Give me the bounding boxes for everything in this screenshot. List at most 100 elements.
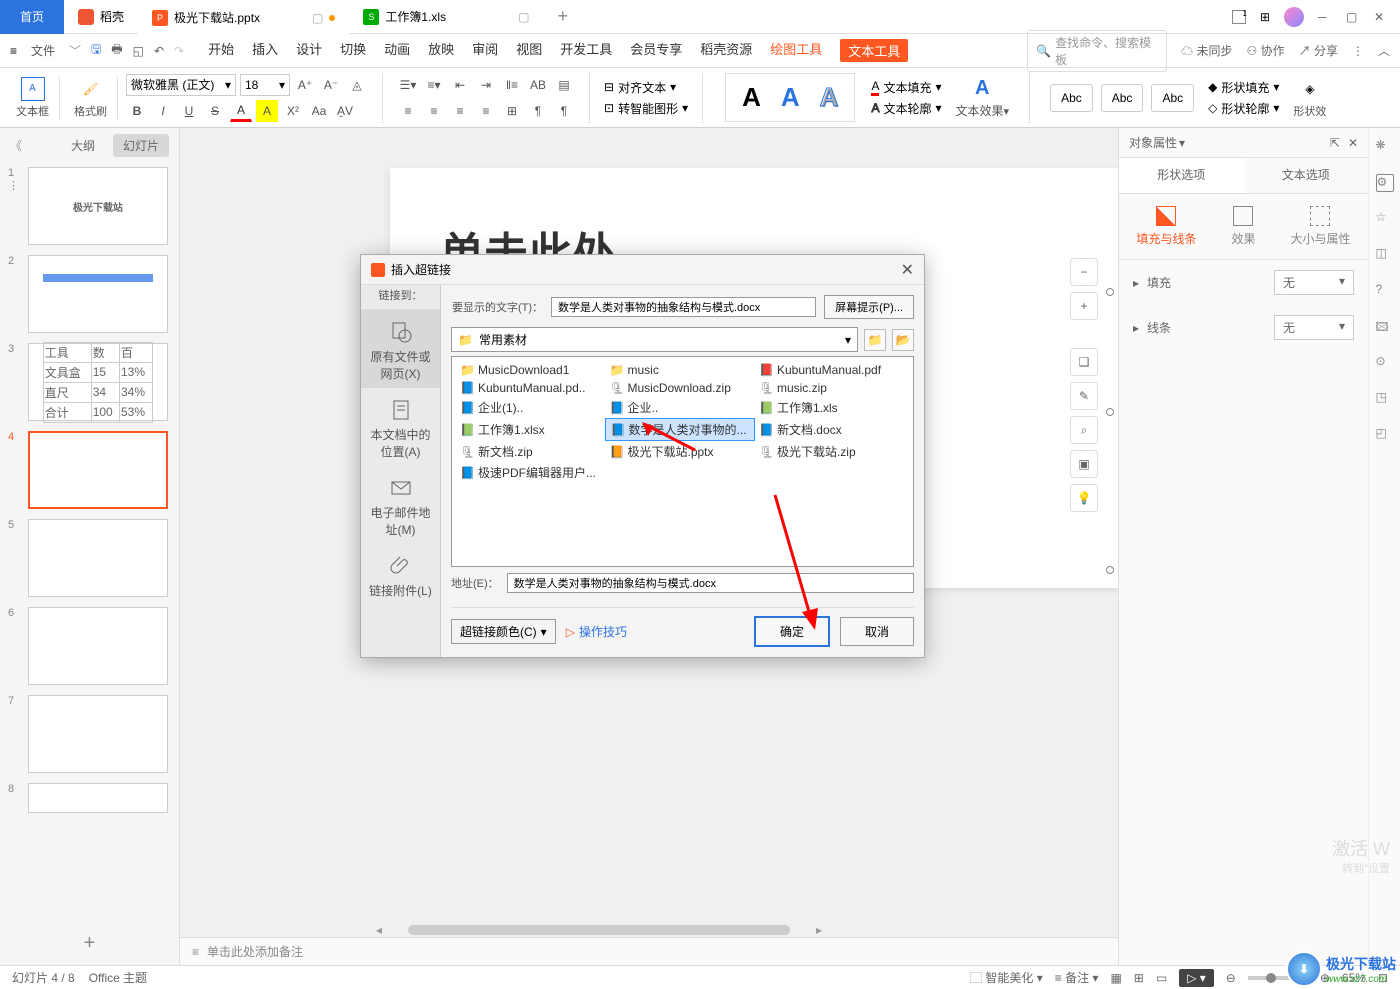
chevron-down-icon[interactable]: ﹀ [69,42,81,59]
effect-tab[interactable]: 效果 [1231,206,1255,247]
wordart-style-3[interactable]: A [820,82,839,113]
char-spacing-button[interactable]: A͍V [334,100,356,122]
dialog-titlebar[interactable]: 插入超链接 ✕ [361,255,924,285]
strike-button[interactable]: S [204,100,226,122]
print-icon[interactable]: 🖶 [111,40,122,61]
selection-handle[interactable] [1106,408,1114,416]
wordart-gallery[interactable]: A A A [725,73,855,122]
tab-start[interactable]: 开始 [208,39,234,62]
file-item[interactable]: 📗工作簿1.xlsx [456,418,605,441]
smart-graphic-button[interactable]: ⊡ 转智能图形 ▾ [604,100,688,117]
tab-insert[interactable]: 插入 [252,39,278,62]
tab-pptx[interactable]: P 极光下载站.pptx ▢ [138,0,349,34]
file-item[interactable]: 🗜极光下载站.zip [755,441,904,462]
side-library-icon[interactable]: ◳ [1376,390,1394,408]
screen-tip-button[interactable]: 屏幕提示(P)... [824,295,914,319]
maximize-icon[interactable]: ▢ [1346,10,1360,24]
tab-xls[interactable]: S 工作簿1.xls ▢ [349,0,543,34]
align-text-button[interactable]: ⊟ 对齐文本 ▾ [604,79,688,96]
more-icon[interactable]: ⋮ [1352,44,1364,58]
shape-styles[interactable]: Abc Abc Abc [1044,78,1200,118]
hamburger-icon[interactable]: ≡ [10,44,17,58]
idea-icon[interactable]: 💡 [1070,484,1098,512]
file-item[interactable]: 📕KubuntuManual.pdf [755,361,904,379]
view-reading-icon[interactable]: ▭ [1156,971,1167,985]
ok-button[interactable]: 确定 [754,616,830,647]
line-spacing-button[interactable]: ‖≡ [501,74,523,96]
new-tab-button[interactable]: + [543,0,582,34]
text-direction-button[interactable]: AB [527,74,549,96]
expand-icon[interactable]: ▸ [1133,321,1139,335]
tab-text-tools[interactable]: 文本工具 [840,39,908,62]
minimize-icon[interactable]: ─ [1318,10,1332,24]
sync-button[interactable]: ☁ 未同步 [1181,42,1232,59]
tab-resources[interactable]: 稻壳资源 [700,39,752,62]
tab-design[interactable]: 设计 [296,39,322,62]
slide-thumb-8[interactable]: 8 [8,783,171,813]
search-input[interactable]: 🔍 查找命令、搜索模板 [1027,30,1167,72]
superscript-button[interactable]: X² [282,100,304,122]
change-case-button[interactable]: Aa [308,100,330,122]
tab-review[interactable]: 审阅 [472,39,498,62]
selection-handle[interactable] [1106,566,1114,574]
file-item[interactable]: 📘极速PDF编辑器用户... [456,462,605,483]
shape-style-2[interactable]: Abc [1101,84,1144,112]
bold-button[interactable]: B [126,100,148,122]
format-painter-group[interactable]: 🖌 格式刷 [68,77,118,119]
tab-view[interactable]: 视图 [516,39,542,62]
fill-select[interactable]: 无▾ [1274,270,1354,295]
link-email-button[interactable]: 电子邮件地址(M) [361,466,440,544]
side-cloud-icon[interactable]: ◫ [1376,246,1394,264]
shape-effect-button[interactable]: ◈ 形状效 [1287,77,1332,119]
font-size-select[interactable]: 18▾ [240,74,290,96]
file-item[interactable]: 🗜music.zip [755,379,904,397]
distribute-button[interactable]: ⊞ [501,100,523,122]
text-effect-button[interactable]: A 文本效果▾ [950,76,1016,119]
close-panel-icon[interactable]: ✕ [1348,136,1358,150]
pin-icon[interactable]: ⇱ [1330,136,1340,150]
zoom-out-icon[interactable]: − [1070,258,1098,286]
shape-fill-button[interactable]: ◆ 形状填充 ▾ [1208,79,1279,96]
pen-icon[interactable]: ✎ [1070,382,1098,410]
notes-button[interactable]: ≡ 备注 ▾ [1055,969,1099,986]
link-existing-button[interactable]: 原有文件或网页(X) [361,310,440,388]
wordart-style-2[interactable]: A [781,82,800,113]
indent-right-button[interactable]: ⇥ [475,74,497,96]
redo-icon[interactable]: ↷ [174,44,184,58]
tips-link[interactable]: ▷操作技巧 [566,623,627,640]
link-document-button[interactable]: 本文档中的位置(A) [361,388,440,466]
expand-icon[interactable]: ▸ [1133,276,1139,290]
zoom-out-icon[interactable]: ⊖ [1226,971,1236,985]
file-item[interactable]: 📁music [605,361,754,379]
view-normal-icon[interactable]: ▦ [1110,971,1121,985]
underline-button[interactable]: U [178,100,200,122]
tab-transition[interactable]: 切换 [340,39,366,62]
file-item[interactable]: 📘数学是人类对事物的... [605,418,754,441]
avatar[interactable] [1284,7,1304,27]
tab-menu-icon[interactable]: ▢ [312,11,323,25]
slide-thumb-3[interactable]: 3工具数百文具盒1513%直尺3434%合计10053% [8,343,171,421]
slide-thumb-1[interactable]: 1⋮极光下载站 [8,167,171,245]
scroll-left-icon[interactable]: ◂ [370,923,388,937]
align-center-button[interactable]: ≡ [423,100,445,122]
collapse-ribbon-icon[interactable]: ︿ [1378,42,1390,59]
fill-line-tab[interactable]: 填充与线条 [1136,206,1196,247]
slide-thumb-5[interactable]: 5 [8,519,171,597]
decrease-font-icon[interactable]: A⁻ [320,74,342,96]
textbox-group[interactable]: A 文本框 [10,77,60,119]
side-star-icon[interactable]: ☆ [1376,210,1394,228]
slide-thumb-2[interactable]: 2 [8,255,171,333]
file-list[interactable]: 📁MusicDownload1📁music📕KubuntuManual.pdf📘… [451,356,914,567]
bullets-button[interactable]: ☰▾ [397,74,419,96]
file-item[interactable]: 📗工作簿1.xls [755,397,904,418]
address-input[interactable] [507,573,914,593]
add-slide-button[interactable]: + [0,922,179,965]
browse-icon[interactable]: 📂 [892,329,914,351]
undo-icon[interactable]: ↶ [154,44,164,58]
side-help-icon[interactable]: ? [1376,282,1394,300]
side-cube-icon[interactable]: ◰ [1376,426,1394,444]
size-props-tab[interactable]: 大小与属性 [1290,206,1350,247]
horizontal-scrollbar[interactable]: ◂ ▸ [370,923,828,937]
scroll-right-icon[interactable]: ▸ [810,923,828,937]
ltr-button[interactable]: ¶ [553,100,575,122]
